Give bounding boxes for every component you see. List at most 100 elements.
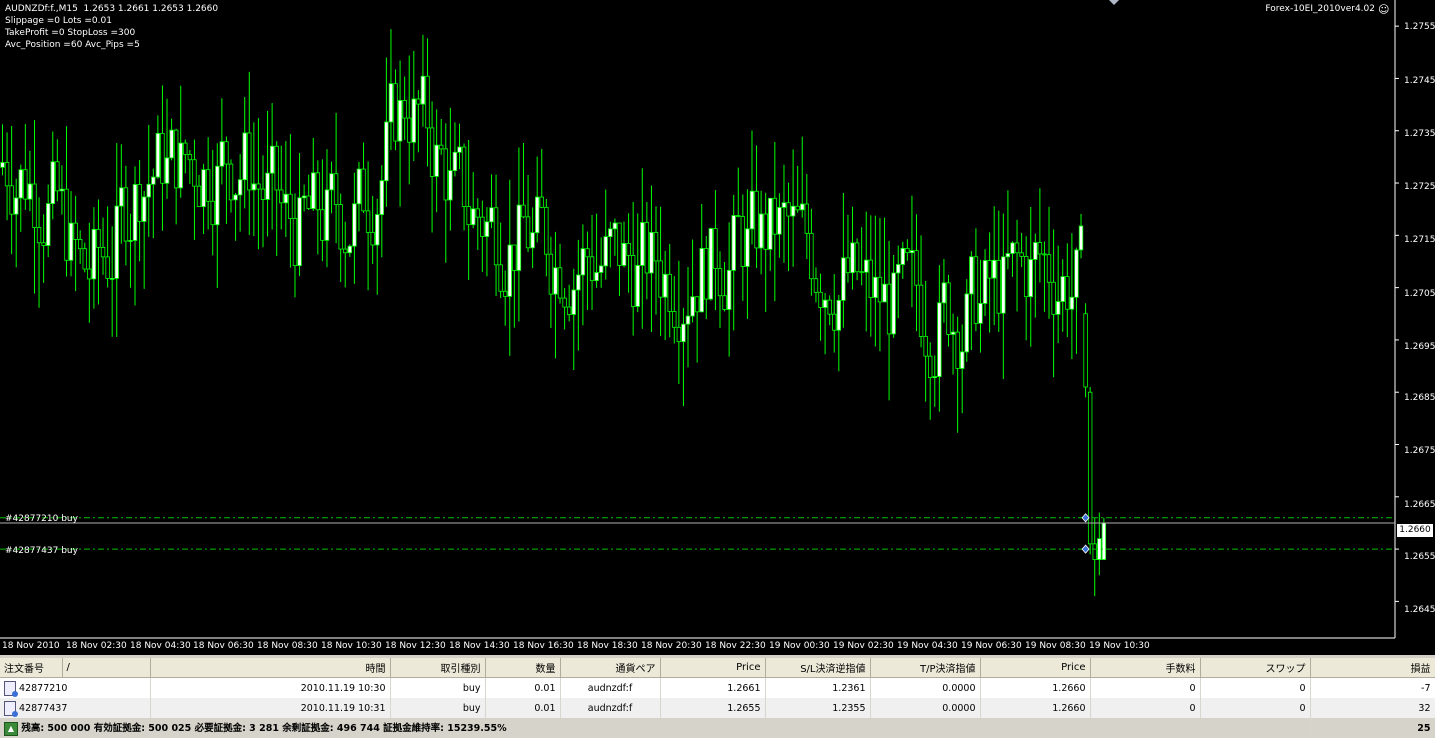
candle-body <box>141 196 147 222</box>
price-tick: 1.2655 <box>1404 552 1435 562</box>
candle-body <box>1055 301 1061 315</box>
col-profit[interactable]: 損益 <box>1310 658 1435 678</box>
candle-body <box>471 208 476 226</box>
candle-body <box>841 257 846 301</box>
price-tick: 1.2665 <box>1404 500 1435 510</box>
candle-body <box>818 291 823 308</box>
candle-body <box>311 172 316 209</box>
candlestick-chart[interactable] <box>0 0 1435 655</box>
candle-body <box>210 200 215 226</box>
candle-body <box>1092 543 1097 560</box>
candle-body <box>114 205 119 279</box>
balance-icon: ▲ <box>4 721 18 736</box>
candle-body <box>1101 522 1107 560</box>
candle-body <box>827 299 832 315</box>
candle-body <box>681 323 686 343</box>
candle-body <box>375 214 380 246</box>
time-tick: 18 Nov 16:30 <box>513 641 574 651</box>
candle-body <box>466 206 471 226</box>
col-order-id[interactable]: 注文番号 <box>0 658 63 678</box>
candle-body <box>658 260 663 298</box>
candle-body <box>352 203 357 247</box>
candle-body <box>544 206 549 255</box>
time-tick: 19 Nov 02:30 <box>833 641 894 651</box>
candle-body <box>873 276 878 298</box>
time-tick: 18 Nov 18:30 <box>577 641 638 651</box>
col-time[interactable]: 時間 <box>150 658 391 678</box>
candle-body <box>964 293 969 353</box>
candle-body <box>557 267 563 299</box>
candle-body <box>329 173 334 191</box>
col-take-profit[interactable]: T/P決済指値 <box>870 658 981 678</box>
col-stop-loss[interactable]: S/L決済逆指値 <box>765 658 871 678</box>
col-current-price[interactable]: Price <box>980 658 1091 678</box>
candle-body <box>731 215 736 271</box>
candle-body <box>662 273 668 298</box>
candle-body <box>205 169 211 202</box>
candle-body <box>690 296 695 317</box>
table-row[interactable]: 42877210 2010.11.19 10:30 buy 0.01 audnz… <box>0 677 1435 698</box>
current-price-cell: 1.2660 <box>980 677 1091 698</box>
candle-body <box>365 210 371 233</box>
candle-body <box>950 331 956 335</box>
candle-body <box>955 331 960 369</box>
candle-body <box>77 239 83 250</box>
candle-body <box>525 216 531 249</box>
col-size[interactable]: 数量 <box>485 658 561 678</box>
candle-body <box>14 197 19 215</box>
candle-body <box>1069 296 1075 310</box>
time-tick: 19 Nov 10:30 <box>1089 641 1150 651</box>
candle-body <box>534 196 540 234</box>
candle-body <box>91 228 97 280</box>
col-open-price[interactable]: Price <box>660 658 766 678</box>
candle-body <box>343 248 348 254</box>
param-line-1: Slippage =0 Lots =0.01 <box>5 16 112 26</box>
candle-body <box>1023 256 1029 298</box>
candle-body <box>521 204 526 218</box>
table-header: 注文番号 / 時間 取引種別 数量 通貨ペア Price S/L決済逆指値 T/… <box>0 658 1435 678</box>
table-row[interactable]: 42877437 2010.11.19 10:31 buy 0.01 audnz… <box>0 698 1435 718</box>
candle-body <box>612 222 618 230</box>
col-symbol[interactable]: 通貨ペア <box>560 658 661 678</box>
order-label-1: #42877210 buy <box>5 514 78 524</box>
type-cell: buy <box>390 677 486 698</box>
candle-body <box>196 185 202 208</box>
candle-body <box>946 282 951 335</box>
candle-body <box>297 197 302 267</box>
candle-body <box>397 100 403 142</box>
candle-body <box>566 306 572 315</box>
col-sort[interactable]: / <box>62 658 151 678</box>
candle-body <box>461 146 467 207</box>
candle-body <box>251 183 257 191</box>
candle-body <box>224 141 229 165</box>
candle-body <box>443 148 448 201</box>
candle-body <box>128 240 133 242</box>
candle-body <box>644 222 650 274</box>
time-cell: 2010.11.19 10:31 <box>150 698 391 718</box>
price-chart[interactable]: AUDNZDf:f.,M15 1.2653 1.2661 1.2653 1.26… <box>0 0 1435 655</box>
candle-body <box>886 283 892 335</box>
smiley-face-icon[interactable]: ☺ <box>1378 3 1389 16</box>
price-tick: 1.2735 <box>1404 129 1435 139</box>
candle-body <box>991 259 997 279</box>
candle-body <box>489 207 494 223</box>
symbol-cell: audnzdf:f <box>560 698 661 718</box>
candle-body <box>109 278 115 280</box>
balance-summary: 残高: 500 000 有効証拠金: 500 025 必要証拠金: 3 281 … <box>21 723 507 735</box>
candle-body <box>626 243 631 256</box>
candle-body <box>247 132 252 191</box>
candle-body <box>621 243 627 266</box>
col-swap[interactable]: スワップ <box>1200 658 1311 678</box>
candle-body <box>151 176 156 185</box>
candle-body <box>1001 256 1006 314</box>
candle-body <box>507 244 512 297</box>
col-type[interactable]: 取引種別 <box>390 658 486 678</box>
candle-body <box>653 232 659 262</box>
col-commission[interactable]: 手数料 <box>1090 658 1201 678</box>
candle-body <box>356 168 362 205</box>
candle-body <box>1083 313 1088 388</box>
swap-cell: 0 <box>1200 677 1311 698</box>
candle-body <box>516 204 522 271</box>
candle-body <box>699 248 704 313</box>
candle-body <box>502 290 508 297</box>
